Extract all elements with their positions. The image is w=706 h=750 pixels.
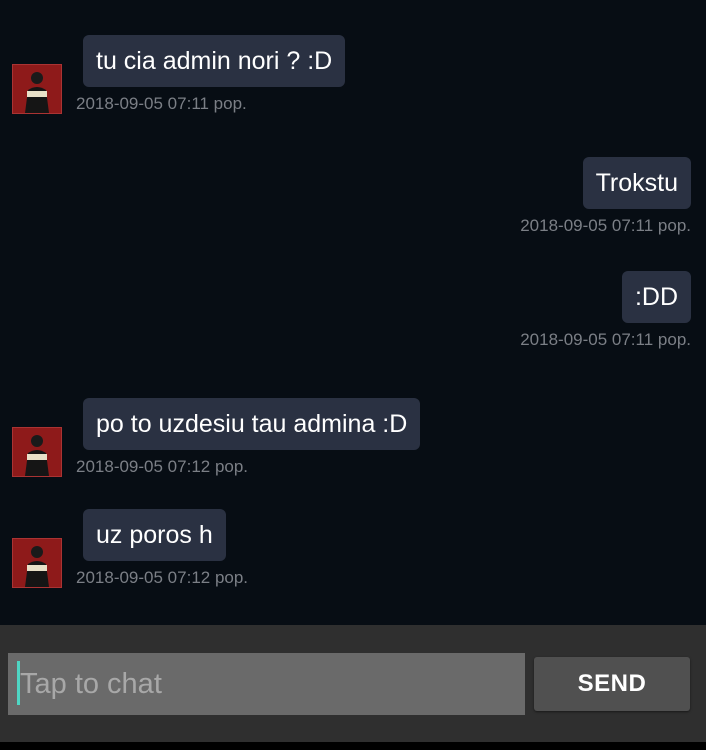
chat-message-list[interactable]: tu cia admin nori ? :D 2018-09-05 07:11 … [0,0,706,625]
message-timestamp: 2018-09-05 07:11 pop. [520,330,691,349]
chat-input[interactable] [8,653,525,715]
user-avatar-icon[interactable] [12,538,62,588]
message-timestamp: 2018-09-05 07:12 pop. [76,568,249,587]
user-avatar-icon[interactable] [12,64,62,114]
text-cursor [17,661,20,705]
user-avatar-icon[interactable] [12,427,62,477]
chat-composer-bar: SEND [0,625,706,742]
send-button[interactable]: SEND [534,657,690,711]
bottom-edge [0,742,706,750]
message-timestamp: 2018-09-05 07:11 pop. [520,216,691,235]
message-bubble[interactable]: po to uzdesiu tau admina :D [83,398,421,450]
message-bubble[interactable]: Trokstu [582,157,691,209]
message-bubble[interactable]: :DD [621,271,691,323]
message-bubble[interactable]: tu cia admin nori ? :D [83,35,346,87]
message-timestamp: 2018-09-05 07:12 pop. [76,457,249,476]
message-bubble[interactable]: uz poros h [83,509,226,561]
message-timestamp: 2018-09-05 07:11 pop. [76,94,247,113]
